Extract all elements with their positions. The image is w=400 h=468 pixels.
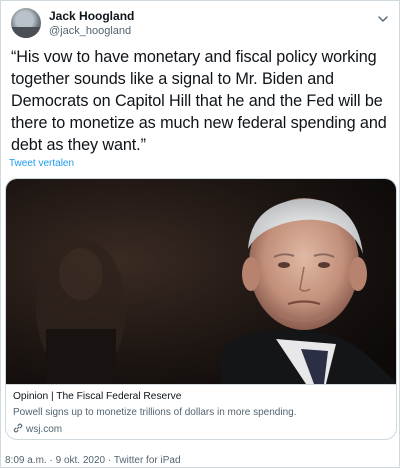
card-domain-row[interactable]: wsj.com bbox=[13, 423, 62, 436]
card-domain: wsj.com bbox=[26, 424, 63, 435]
author-handle[interactable]: @jack_hoogland bbox=[49, 25, 131, 37]
meta-separator: · bbox=[49, 455, 53, 466]
card-description: Powell signs up to monetize trillions of… bbox=[13, 407, 297, 418]
avatar[interactable] bbox=[11, 8, 41, 38]
translate-link[interactable]: Tweet vertalen bbox=[9, 158, 74, 169]
card-body[interactable]: Opinion | The Fiscal Federal Reserve Pow… bbox=[6, 384, 396, 439]
link-icon bbox=[13, 423, 23, 436]
meta-separator: · bbox=[107, 455, 112, 466]
card-title[interactable]: Opinion | The Fiscal Federal Reserve bbox=[13, 391, 181, 402]
tweet-time[interactable]: 8:09 a.m. bbox=[5, 455, 47, 466]
tweet-meta: 8:09 a.m. · 9 okt. 2020 · Twitter for iP… bbox=[5, 455, 181, 466]
author-name[interactable]: Jack Hoogland bbox=[49, 9, 134, 23]
tweet-container: Jack Hoogland @jack_hoogland “His vow to… bbox=[0, 0, 400, 468]
tweet-text: “His vow to have monetary and fiscal pol… bbox=[11, 48, 387, 154]
chevron-down-icon[interactable] bbox=[374, 10, 392, 28]
tweet-date[interactable]: 9 okt. 2020 bbox=[56, 455, 105, 466]
link-card[interactable]: Opinion | The Fiscal Federal Reserve Pow… bbox=[5, 178, 397, 440]
tweet-source[interactable]: Twitter for iPad bbox=[114, 455, 181, 466]
card-image[interactable] bbox=[6, 179, 396, 384]
